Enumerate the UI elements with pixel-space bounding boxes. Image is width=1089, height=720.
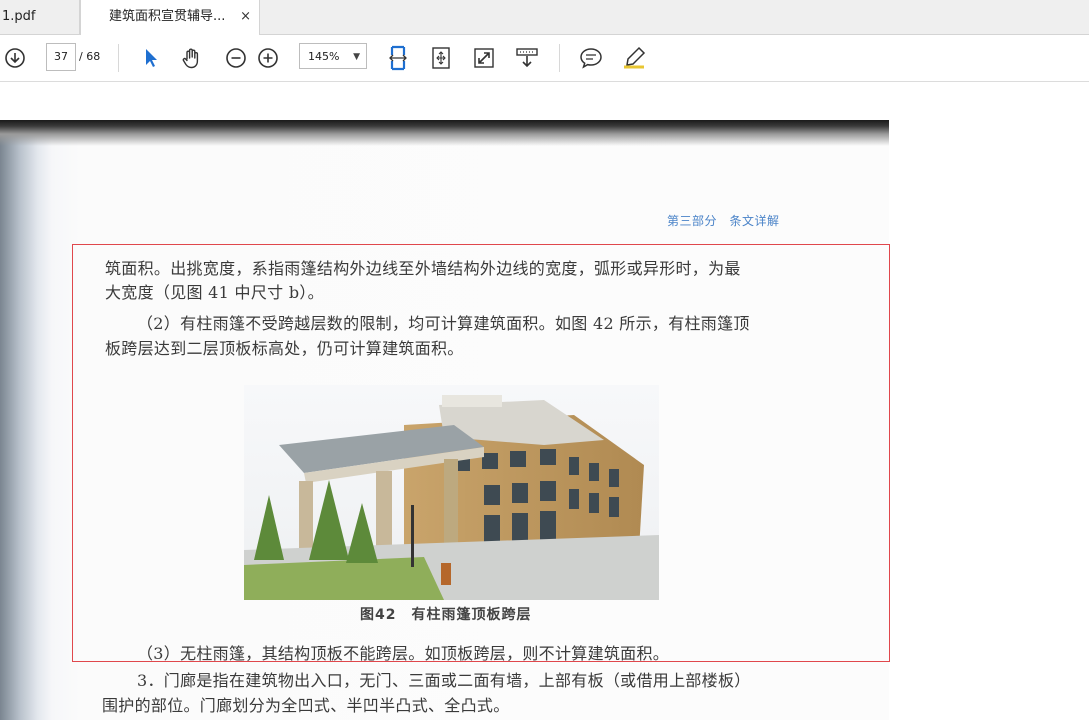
paragraph-line: 围护的部位。门廊划分为全凹式、半凹半凸式、全凸式。	[102, 696, 510, 715]
hand-tool-icon[interactable]	[178, 44, 206, 72]
paragraph-line: （2）有柱雨篷不受跨越层数的限制，均可计算建筑面积。如图 42 所示，有柱雨篷顶	[137, 314, 750, 333]
chevron-down-icon: ▼	[353, 52, 360, 62]
zoom-value: 145%	[308, 50, 340, 63]
select-cursor-icon[interactable]	[137, 44, 165, 72]
zoom-out-icon[interactable]	[222, 44, 250, 72]
page-number-input[interactable]: 37	[46, 43, 76, 71]
paragraph-line: 筑面积。出挑宽度，系指雨篷结构外边线至外墙结构外边线的宽度，弧形或异形时，为最	[105, 259, 741, 278]
page-scan-shadow	[0, 120, 889, 146]
tab-active-document[interactable]: 建筑面积宣贯辅导... ×	[80, 0, 260, 35]
figure-caption: 图42 有柱雨篷顶板跨层	[360, 607, 532, 623]
comment-icon[interactable]	[577, 44, 605, 72]
full-screen-icon[interactable]	[470, 44, 498, 72]
tab-bar: 1.pdf 建筑面积宣贯辅导... ×	[0, 0, 1089, 35]
tab-label: 建筑面积宣贯辅导...	[109, 9, 226, 24]
zoom-in-icon[interactable]	[254, 44, 282, 72]
paragraph-line: 大宽度（见图 41 中尺寸 b）。	[105, 283, 324, 302]
tab-label: 1.pdf	[2, 9, 36, 24]
zoom-select[interactable]: 145% ▼	[299, 43, 367, 69]
paragraph-line: 3．门廊是指在建筑物出入口，无门、三面或二面有墙，上部有板（或借用上部楼板）	[137, 671, 751, 690]
fit-page-icon[interactable]	[427, 44, 455, 72]
highlight-pen-icon[interactable]	[620, 44, 648, 72]
fit-width-icon[interactable]	[384, 44, 412, 72]
toolbar: 37 / 68 145% ▼	[0, 35, 1089, 82]
toolbar-divider	[118, 44, 119, 72]
paragraph-line: 板跨层达到二层顶板标高处，仍可计算建筑面积。	[105, 339, 464, 358]
page-header: 第三部分 条文详解	[667, 214, 780, 228]
paragraph-line: （3）无柱雨篷，其结构顶板不能跨层。如顶板跨层，则不计算建筑面积。	[137, 644, 670, 663]
page-total: / 68	[79, 50, 101, 63]
download-icon[interactable]	[1, 44, 29, 72]
scroll-mode-icon[interactable]	[513, 44, 541, 72]
close-tab-icon[interactable]: ×	[240, 0, 251, 34]
building-photo	[244, 385, 659, 600]
tab-1-pdf[interactable]: 1.pdf	[0, 0, 80, 34]
toolbar-divider	[559, 44, 560, 72]
